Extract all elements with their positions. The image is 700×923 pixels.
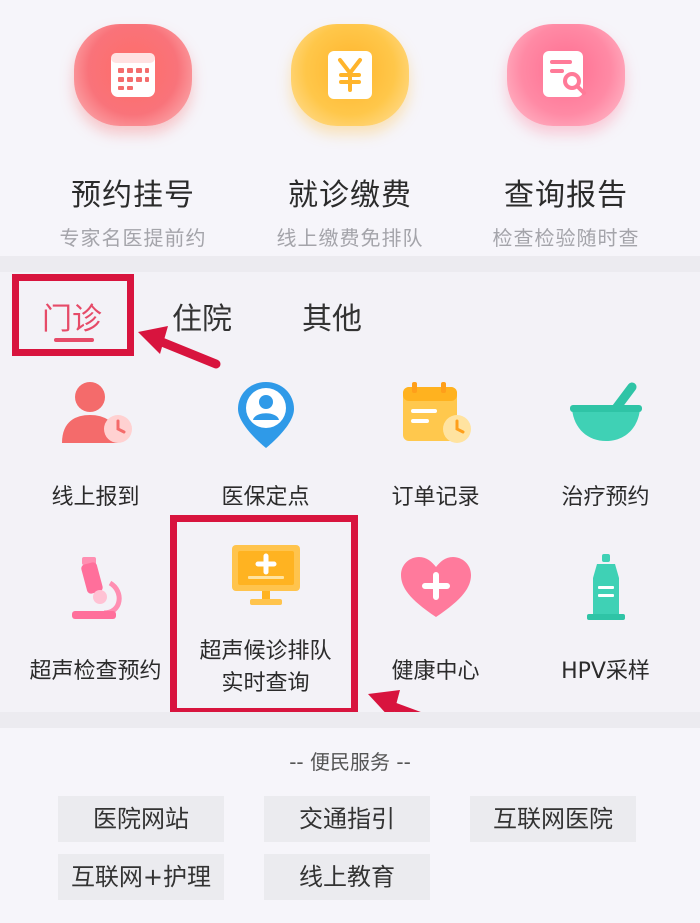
appointment-bubble[interactable] (74, 24, 192, 126)
grid-item-label: 治疗预约 (561, 485, 650, 510)
grid-item-label: 线上报到 (51, 485, 140, 510)
report-subtitle: 检查检验随时查 (492, 226, 640, 250)
microscope-icon (71, 557, 121, 619)
grid-item-treatment-appointment[interactable]: 治疗预约 (518, 374, 693, 514)
section-divider (0, 712, 700, 728)
services-title: -- 便民服务 -- (289, 750, 411, 774)
mortar-icon (569, 382, 642, 441)
service-internet-hospital[interactable]: 互联网医院 (470, 796, 636, 842)
payment-bubble[interactable] (291, 24, 409, 126)
service-traffic-guide[interactable]: 交通指引 (264, 796, 430, 842)
ultrasound-queue-highlight-box (170, 515, 358, 715)
grid-item-label: 医保定点 (221, 485, 310, 510)
grid-item-order-records[interactable]: 订单记录 (348, 374, 523, 514)
appointment-subtitle: 专家名医提前约 (59, 226, 207, 250)
grid-item-label: 订单记录 (391, 485, 480, 510)
yuan-icon (328, 51, 372, 99)
appointment-title: 预约挂号 (71, 178, 195, 213)
section-divider (0, 256, 700, 272)
location-user-icon (237, 382, 294, 448)
grid-item-label: HPV采样 (561, 659, 650, 684)
user-clock-icon (61, 382, 132, 443)
vial-icon (586, 554, 625, 620)
payment-title: 就诊缴费 (288, 178, 412, 213)
convenience-services: -- 便民服务 -- 医院网站 交通指引 互联网医院 互联网+护理 线上教育 (0, 728, 700, 923)
heart-plus-icon (400, 557, 471, 617)
grid-item-online-checkin[interactable]: 线上报到 (8, 374, 183, 514)
report-search-icon (543, 51, 586, 97)
outpatient-highlight-box (12, 274, 134, 356)
report-title: 查询报告 (504, 178, 628, 213)
quick-service-report[interactable]: 查询报告 检查检验随时查 (466, 24, 666, 251)
tab-other[interactable]: 其他 (302, 294, 362, 338)
quick-service-appointment[interactable]: 预约挂号 专家名医提前约 (33, 24, 233, 251)
grid-item-label: 超声检查预约 (29, 659, 162, 684)
quick-service-payment[interactable]: 就诊缴费 线上缴费免排队 (250, 24, 450, 251)
grid-item-health-center[interactable]: 健康中心 (348, 548, 523, 688)
payment-subtitle: 线上缴费免排队 (276, 226, 424, 250)
service-hospital-website[interactable]: 医院网站 (58, 796, 224, 842)
service-online-education[interactable]: 线上教育 (264, 854, 430, 900)
grid-item-ultrasound-appointment[interactable]: 超声检查预约 (8, 548, 183, 688)
calendar-icon (111, 53, 155, 97)
report-bubble[interactable] (507, 24, 625, 126)
quick-services: 预约挂号 专家名医提前约 就诊缴费 线上缴费免排队 查询报告 检查检验随时查 (0, 0, 700, 256)
grid-item-insurance-point[interactable]: 医保定点 (178, 374, 353, 514)
grid-item-hpv-sampling[interactable]: HPV采样 (518, 548, 693, 688)
calendar-clock-icon (402, 382, 471, 443)
service-internet-nursing[interactable]: 互联网+护理 (58, 854, 224, 900)
